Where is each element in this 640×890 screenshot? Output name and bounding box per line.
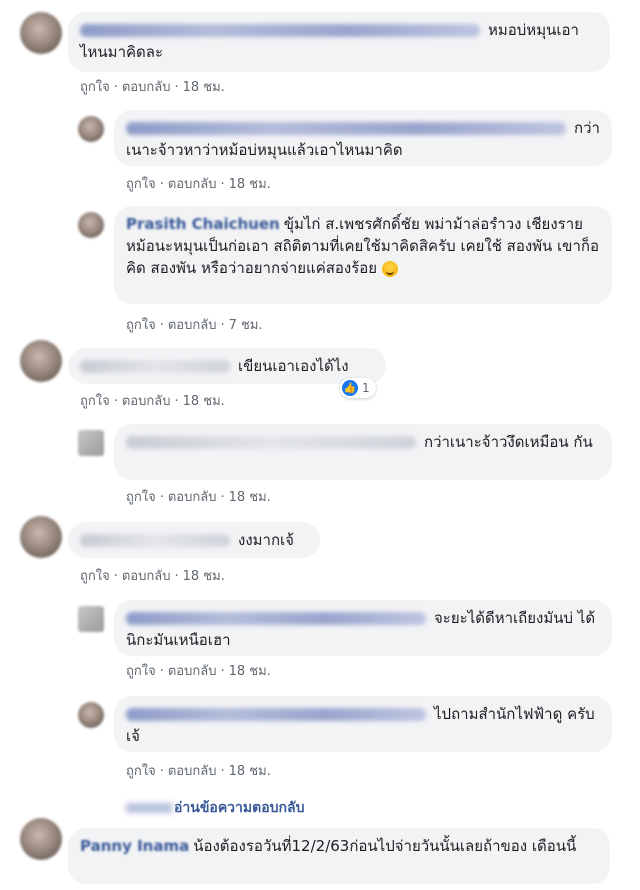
timestamp[interactable]: 18 ชม. (229, 764, 271, 779)
reply-button[interactable]: ตอบกลับ (168, 318, 217, 333)
like-button[interactable]: ถูกใจ (126, 177, 156, 192)
timestamp[interactable]: 18 ชม. (183, 569, 225, 584)
avatar[interactable] (20, 516, 62, 558)
comment-actions: ถูกใจ · ตอบกลับ · 18 ชม. (80, 569, 225, 584)
avatar[interactable] (20, 340, 62, 382)
comment-text: น้องต้องรอวันที่12/2/63ก่อนไปจ่ายวันนั้น… (193, 837, 577, 855)
commenter-name[interactable] (126, 708, 426, 721)
laughing-emoji-icon (381, 260, 398, 277)
comment-bubble: จะยะได้ดีหาเถียงมันบ่ ได้นิกะมันเหนือเฮา (114, 600, 612, 656)
avatar[interactable] (78, 212, 104, 238)
comment-bubble: เขียนเอาเองได้ไง (68, 348, 386, 384)
commenter-name[interactable] (126, 612, 426, 625)
commenter-name[interactable]: Panny Inama (80, 837, 189, 855)
comment-bubble: งงมากเจ้ (68, 522, 320, 558)
like-button[interactable]: ถูกใจ (80, 394, 110, 409)
timestamp[interactable]: 18 ชม. (229, 177, 271, 192)
reaction-count[interactable]: 👍 1 (340, 378, 376, 398)
timestamp[interactable]: 18 ชม. (183, 80, 225, 95)
timestamp[interactable]: 18 ชม. (183, 394, 225, 409)
comment-actions: ถูกใจ · ตอบกลับ · 18 ชม. (80, 394, 225, 409)
like-button[interactable]: ถูกใจ (126, 664, 156, 679)
comment-text: งงมากเจ้ (238, 531, 294, 549)
avatar[interactable] (20, 12, 62, 54)
comment-actions: ถูกใจ · ตอบกลับ · 18 ชม. (80, 80, 225, 95)
comment-bubble: กว่าเนาะจ้าวงึดเหมือน กัน (114, 424, 612, 480)
like-icon: 👍 (342, 380, 358, 396)
reply-button[interactable]: ตอบกลับ (122, 80, 171, 95)
comment-bubble: หมอบ่หมุนเอา ไหนมาคิดละ (68, 12, 610, 72)
avatar[interactable] (78, 116, 104, 142)
commenter-name[interactable] (126, 122, 566, 135)
comment-actions: ถูกใจ · ตอบกลับ · 18 ชม. (126, 664, 271, 679)
avatar[interactable] (20, 818, 62, 860)
comment-bubble: Panny Inama น้องต้องรอวันที่12/2/63ก่อนไป… (68, 828, 610, 884)
commenter-name[interactable]: Prasith Chaichuen (126, 215, 280, 233)
reply-button[interactable]: ตอบกลับ (168, 764, 217, 779)
avatar[interactable] (78, 702, 104, 728)
commenter-name[interactable] (80, 24, 480, 37)
commenter-name[interactable] (80, 534, 230, 547)
avatar[interactable] (78, 430, 104, 456)
comment-actions: ถูกใจ · ตอบกลับ · 18 ชม. (126, 490, 271, 505)
reply-button[interactable]: ตอบกลับ (168, 490, 217, 505)
like-button[interactable]: ถูกใจ (80, 569, 110, 584)
avatar[interactable] (78, 606, 104, 632)
like-button[interactable]: ถูกใจ (126, 764, 156, 779)
comment-text: กว่าเนาะจ้าวงึดเหมือน กัน (424, 433, 593, 451)
reply-button[interactable]: ตอบกลับ (122, 569, 171, 584)
reply-button[interactable]: ตอบกลับ (122, 394, 171, 409)
comment-actions: ถูกใจ · ตอบกลับ · 7 ชม. (126, 318, 263, 333)
like-button[interactable]: ถูกใจ (126, 490, 156, 505)
view-replies-link[interactable]: อ่านข้อความตอบกลับ (126, 797, 304, 819)
timestamp[interactable]: 7 ชม. (229, 318, 263, 333)
timestamp[interactable]: 18 ชม. (229, 664, 271, 679)
commenter-name[interactable] (80, 360, 230, 373)
like-button[interactable]: ถูกใจ (126, 318, 156, 333)
comment-bubble: Prasith Chaichuen ขุ้มไก่ ส.เพชรศักดิ์ชัย… (114, 206, 612, 304)
timestamp[interactable]: 18 ชม. (229, 490, 271, 505)
like-button[interactable]: ถูกใจ (80, 80, 110, 95)
reply-button[interactable]: ตอบกลับ (168, 664, 217, 679)
commenter-name[interactable] (126, 436, 416, 449)
comment-actions: ถูกใจ · ตอบกลับ · 18 ชม. (126, 177, 271, 192)
comment-bubble: กว่าเนาะจ้าวหาว่าหม้อบ่หมุนแล้วเอาไหนมาค… (114, 110, 612, 166)
comment-actions: ถูกใจ · ตอบกลับ · 18 ชม. (126, 764, 271, 779)
comment-text: เขียนเอาเองได้ไง (238, 357, 349, 375)
reply-button[interactable]: ตอบกลับ (168, 177, 217, 192)
comment-bubble: ไปถามสำนักไฟฟ้าดู ครับเจ้ (114, 696, 612, 752)
